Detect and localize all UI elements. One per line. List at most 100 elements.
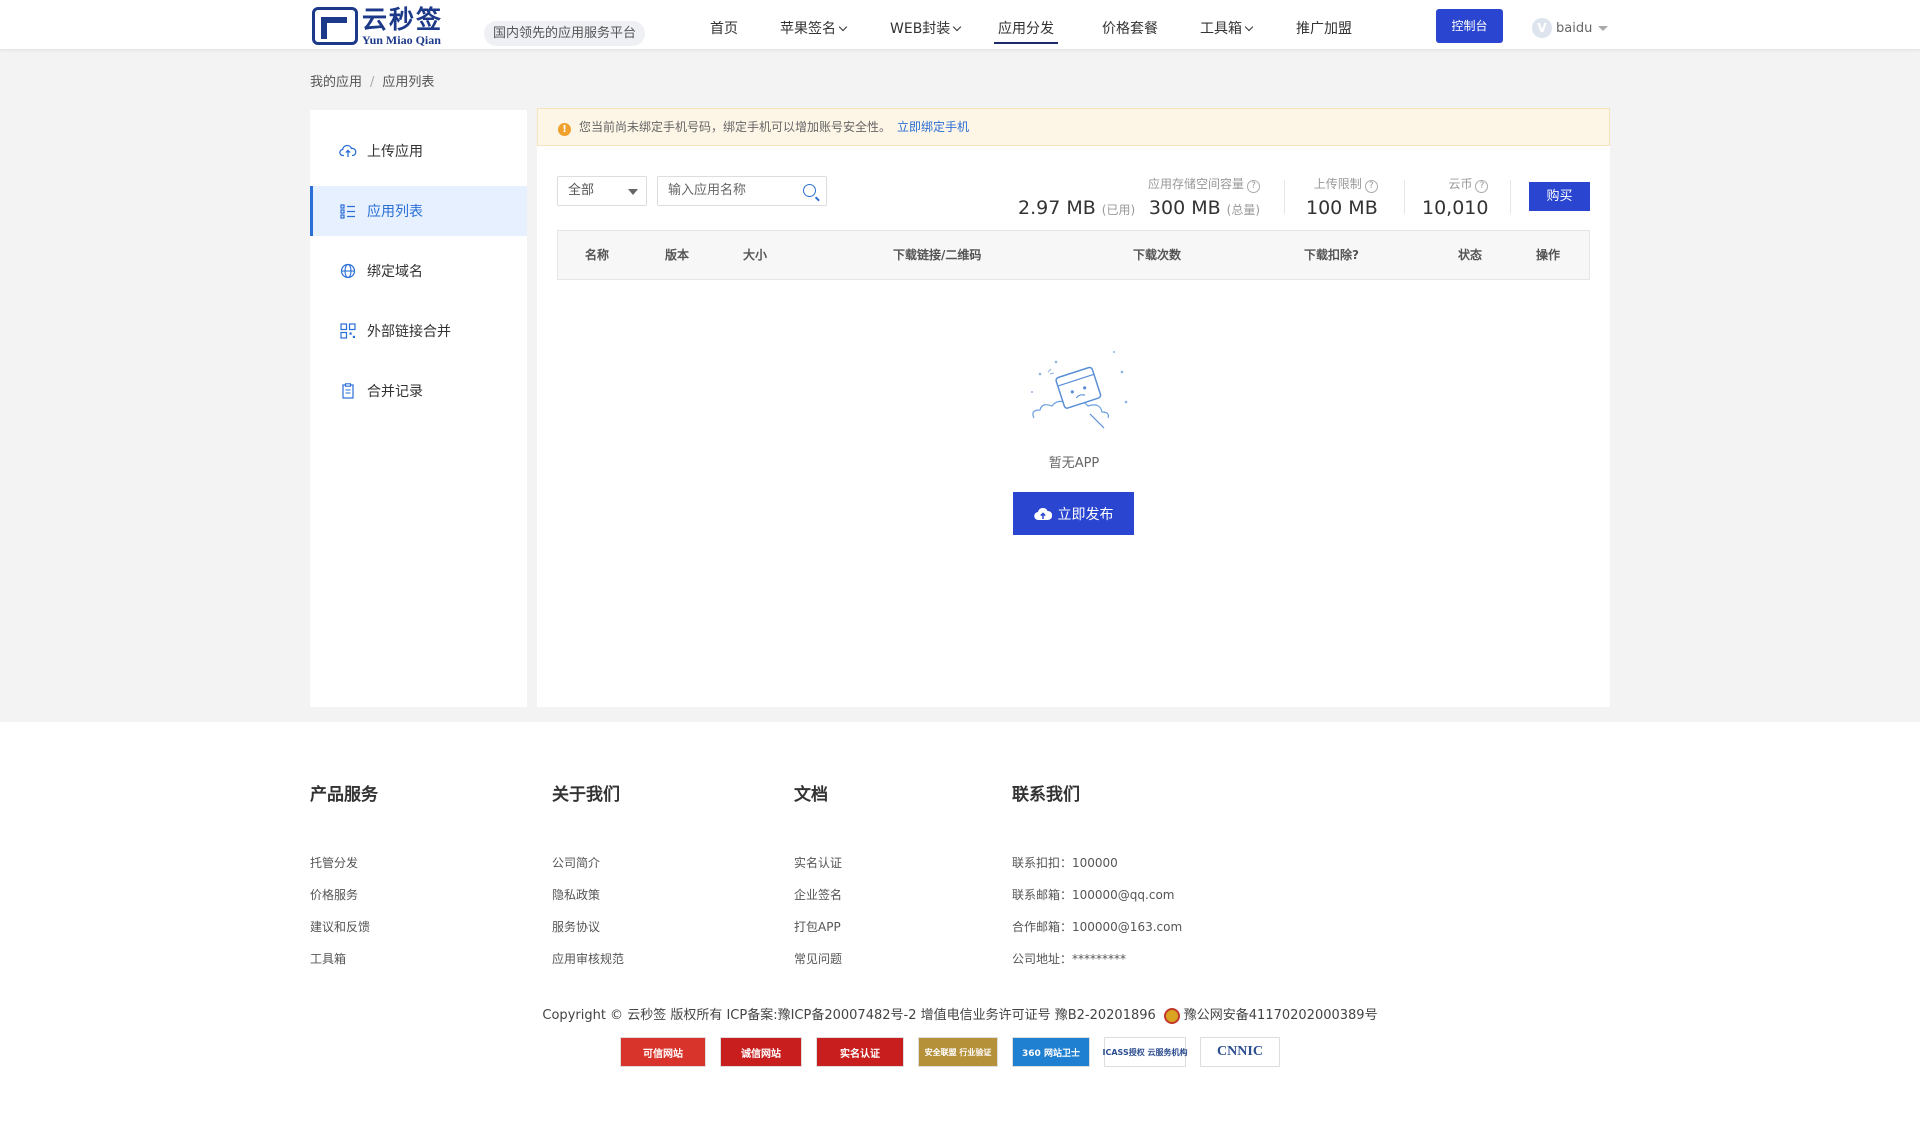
logo-text: 云秒签 Yun Miao Qian [362,6,470,47]
alert-text: 您当前尚未绑定手机号码，绑定手机可以增加账号安全性。 [579,120,892,134]
footer-link[interactable]: 建议和反馈 [310,918,370,935]
footer-link[interactable]: 工具箱 [310,950,346,967]
coin-stat: 云币? 10,010 [1422,175,1489,219]
search-icon[interactable] [803,184,816,197]
help-icon[interactable]: ? [1475,180,1489,193]
nav-web-wrap[interactable]: WEB封装 [890,0,962,44]
footer-col-title: 联系我们 [1012,785,1080,805]
trust-badge[interactable]: ICASS授权 云服务机构 [1103,1037,1188,1067]
sidebar-item-label: 绑定域名 [367,264,423,280]
stat-divider [1510,180,1511,214]
nav-label: 应用分发 [998,21,1054,37]
column-header: 下载链接/二维码 [893,248,982,262]
dropdown-arrow-icon [1598,25,1609,31]
chevron-down-icon [1244,22,1254,32]
nav-label: 推广加盟 [1296,21,1352,37]
sidebar-item-upload[interactable]: 上传应用 [310,126,527,176]
nav-home[interactable]: 首页 [710,0,738,44]
used-storage-stat: 2.97 MB (已用) [1018,193,1135,219]
copyright-text: Copyright © 云秒签 版权所有 ICP备案:豫ICP备20007482… [542,1008,1156,1023]
upload-limit-stat: 上传限制? 100 MB [1306,175,1378,219]
app-search-input[interactable]: 输入应用名称 [657,176,827,206]
trust-badge[interactable]: 可信网站 [620,1037,706,1067]
stat-number: 300 MB [1148,197,1221,219]
column-header: 大小 [743,248,768,262]
logo-cn: 云秒签 [362,5,444,34]
footer-col-docs: 文档 [794,780,828,805]
column-header: 操作 [1536,248,1561,262]
warning-icon: ! [558,123,571,136]
coin-label: 云币 [1448,177,1473,191]
chevron-down-icon [838,22,848,32]
footer-link[interactable]: 公司简介 [552,854,600,871]
footer-col-title: 关于我们 [552,785,620,805]
footer-link[interactable]: 打包APP [794,918,841,935]
stat-suffix: (已用) [1101,203,1136,217]
nav-label: 苹果签名 [780,21,836,37]
stat-divider [1284,180,1285,214]
username: baidu [1556,20,1593,36]
nav-toolbox[interactable]: 工具箱 [1200,0,1254,44]
coin-value: 10,010 [1422,197,1489,219]
sidebar-item-label: 应用列表 [367,204,423,220]
breadcrumb-separator: / [370,75,375,90]
column-header[interactable]: 下载扣除? [1304,231,1359,279]
footer-link[interactable]: 托管分发 [310,854,358,871]
sidebar-item-link-merge[interactable]: 外部链接合并 [310,306,527,356]
console-button[interactable]: 控制台 [1436,9,1503,43]
logo[interactable]: 云秒签 Yun Miao Qian [312,6,470,47]
sidebar-item-label: 外部链接合并 [367,324,451,340]
help-icon[interactable]: ? [1364,180,1378,193]
trust-badges: 可信网站 诚信网站 实名认证 安全联盟 行业验证 360 网站卫士 ICASS授… [620,1037,1320,1069]
trust-badge[interactable]: CNNIC [1200,1037,1280,1067]
help-icon[interactable]: ? [1247,180,1261,193]
logo-en: Yun Miao Qian [362,33,441,47]
stat-label: 上传限制? [1306,175,1378,193]
footer-link[interactable]: 服务协议 [552,918,600,935]
trust-badge[interactable]: 360 网站卫士 [1012,1037,1090,1067]
trust-badge[interactable]: 安全联盟 行业验证 [918,1037,998,1067]
company-address: 公司地址：********* [1012,952,1127,966]
nav-promotion[interactable]: 推广加盟 [1296,0,1352,44]
contact-email: 联系邮箱：100000@qq.com [1012,888,1175,902]
empty-box-icon [1031,351,1128,429]
nav-apple-sign[interactable]: 苹果签名 [780,0,848,44]
sidebar-item-bind-domain[interactable]: 绑定域名 [310,246,527,296]
top-header: 云秒签 Yun Miao Qian 国内领先的应用服务平台 首页 苹果签名 WE… [0,0,1920,50]
upload-label: 上传限制 [1313,177,1362,191]
footer-link[interactable]: 隐私政策 [552,886,600,903]
footer-link[interactable]: 应用审核规范 [552,950,624,967]
trust-badge[interactable]: 诚信网站 [720,1037,802,1067]
breadcrumb: 我的应用 / 应用列表 [310,71,434,90]
nav-app-distribution[interactable]: 应用分发 [994,0,1058,44]
breadcrumb-current: 应用列表 [382,75,435,90]
list-icon [340,204,355,219]
clipboard-icon [342,383,354,399]
footer-link[interactable]: 企业签名 [794,886,842,903]
user-menu[interactable]: V baidu [1532,17,1609,39]
publish-now-button[interactable]: 立即发布 [1013,492,1134,535]
footer-link[interactable]: 价格服务 [310,886,358,903]
nav-label: 工具箱 [1200,21,1242,37]
slogan-badge: 国内领先的应用服务平台 [484,21,646,46]
footer-link[interactable]: 常见问题 [794,950,842,967]
trust-badge[interactable]: 实名认证 [816,1037,904,1067]
empty-state-text: 暂无APP [1048,456,1100,471]
sidebar-item-app-list[interactable]: 应用列表 [310,186,527,236]
storage-capacity-stat: 应用存储空间容量? 300 MB (总量) [1148,175,1261,219]
app-table-header: 名称 版本 大小 下载链接/二维码 下载次数 下载扣除? 状态 操作 [557,230,1590,280]
breadcrumb-root[interactable]: 我的应用 [310,75,362,90]
footer-link[interactable]: 实名认证 [794,854,842,871]
sidebar-item-label: 合并记录 [367,384,423,400]
category-select[interactable]: 全部 [557,176,647,206]
bind-phone-link[interactable]: 立即绑定手机 [897,120,969,134]
nav-label: 价格套餐 [1102,21,1158,37]
business-email: 合作邮箱：100000@163.com [1012,920,1183,934]
nav-pricing[interactable]: 价格套餐 [1102,0,1158,44]
police-record-link[interactable]: 豫公网安备41170202000389号 [1184,1008,1378,1023]
buy-button[interactable]: 购买 [1529,182,1590,211]
logo-mark-icon [312,7,358,45]
stat-number: 2.97 MB [1018,197,1096,219]
globe-icon [340,263,356,279]
sidebar-item-merge-records[interactable]: 合并记录 [310,366,527,416]
